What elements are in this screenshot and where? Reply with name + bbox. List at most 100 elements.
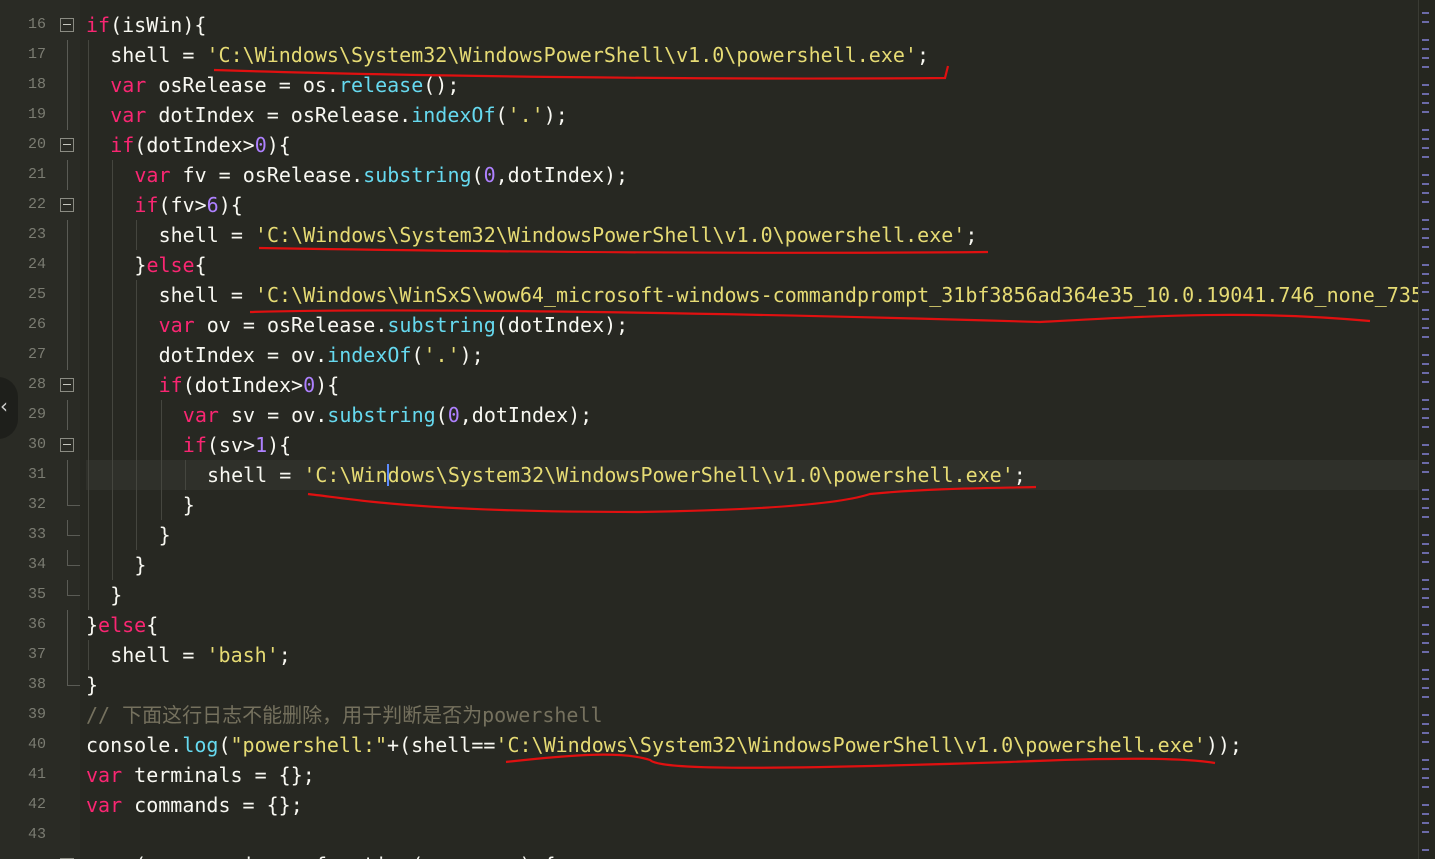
indent-guide (136, 430, 138, 460)
minimap-line (1422, 84, 1429, 86)
indent-guide (136, 490, 138, 520)
minimap-line (1422, 453, 1429, 455)
minimap-line (1422, 723, 1429, 725)
line-number: 27 (27, 346, 46, 363)
minimap-line (1422, 462, 1429, 464)
minimap-line (1422, 336, 1429, 338)
code-line[interactable]: 39 // 下面这行日志不能删除，用于判断是否为powershell (0, 700, 1420, 730)
code-line[interactable]: 32} (0, 490, 1420, 520)
line-number: 26 (27, 316, 46, 333)
code-token: log (182, 733, 219, 757)
code-line[interactable]: ( ion function( ) { (0, 850, 1420, 859)
minimap-line (1422, 426, 1429, 428)
code-line[interactable]: 21 var fv = osRelease.substring(0,dotInde… (0, 160, 1420, 190)
indent-guide (112, 340, 114, 370)
fold-toggle-icon[interactable] (60, 18, 74, 32)
code-token: var (110, 103, 147, 127)
indent-guide (160, 400, 162, 430)
code-line[interactable]: 19 var dotIndex = osRelease.indexOf('.'); (0, 100, 1420, 130)
code-token: } (86, 673, 99, 697)
minimap-line (1422, 102, 1429, 104)
fold-rail (67, 640, 68, 670)
indent-guide (136, 220, 138, 250)
code-token: var (182, 403, 219, 427)
minimap-line (1422, 363, 1429, 365)
code-token: if (134, 193, 159, 217)
indent-guide (112, 400, 114, 430)
minimap-line (1422, 561, 1429, 563)
code-text: ( ion function( ) { (86, 850, 555, 859)
code-token: dotIndex = osRelease. (146, 103, 412, 127)
code-line[interactable]: 37 shell = 'bash'; (0, 640, 1420, 670)
code-line[interactable]: 34} (0, 550, 1420, 580)
minimap-scrollbar[interactable] (1418, 0, 1435, 859)
code-token: substring (387, 313, 496, 337)
fold-toggle-icon[interactable] (60, 198, 74, 212)
code-token: sv = ov. (218, 403, 328, 427)
code-token: ){ (218, 193, 243, 217)
code-line[interactable]: 16 if(isWin){ (0, 10, 1420, 40)
code-token: terminals = {}; (122, 763, 315, 787)
code-line[interactable]: 31 shell = 'C:\Windows\System32\WindowsPo… (0, 460, 1420, 490)
code-token: substring (363, 163, 472, 187)
code-token: if (86, 13, 111, 37)
code-line[interactable]: 38} (0, 670, 1420, 700)
code-token: var (110, 73, 147, 97)
fold-rail (67, 460, 68, 490)
indent-guide (88, 160, 89, 190)
code-line[interactable]: 18 var osRelease = os.release(); (0, 70, 1420, 100)
line-number: 24 (27, 256, 46, 273)
code-line[interactable]: 41 var terminals = {}; (0, 760, 1420, 790)
code-token: 0 (303, 373, 316, 397)
code-line[interactable]: 27 dotIndex = ov.indexOf('.'); (0, 340, 1420, 370)
code-line[interactable]: 28 if(dotIndex>0){ (0, 370, 1420, 400)
code-token: { (146, 613, 159, 637)
code-token: 'C:\Windows\System32\WindowsPowerShell\v… (206, 43, 917, 67)
code-token: ); (459, 343, 484, 367)
code-line[interactable]: 33} (0, 520, 1420, 550)
code-token: var (134, 163, 171, 187)
minimap-line (1422, 777, 1429, 779)
code-token: 0 (483, 163, 496, 187)
code-line[interactable]: 25 shell = 'C:\Windows\WinSxS\wow64_micro… (0, 280, 1423, 310)
code-line[interactable]: 20 if(dotIndex>0){ (0, 130, 1420, 160)
fold-toggle-icon[interactable] (60, 438, 74, 452)
line-number: 16 (27, 16, 46, 33)
code-line[interactable]: 23 shell = 'C:\Windows\System32\WindowsPo… (0, 220, 1420, 250)
line-number: 23 (27, 226, 46, 243)
code-line[interactable]: 17 shell = 'C:\Windows\System32\WindowsPo… (0, 40, 1420, 70)
code-token: fv = osRelease. (170, 163, 364, 187)
line-number: 39 (27, 706, 46, 723)
code-line[interactable]: 36}else{ (0, 610, 1420, 640)
fold-toggle-icon[interactable] (60, 378, 74, 392)
code-text: var terminals = {}; (86, 760, 315, 790)
code-line[interactable]: 30 if(sv>1){ (0, 430, 1420, 460)
code-line[interactable]: 22 if(fv>6){ (0, 190, 1420, 220)
code-token: ( (435, 403, 448, 427)
code-text: shell = 'bash'; (110, 640, 291, 670)
minimap-line (1422, 597, 1429, 599)
fold-end-marker (67, 550, 80, 566)
indent-guide (160, 430, 162, 460)
fold-toggle-icon[interactable] (60, 138, 74, 152)
code-token: ,dotIndex); (495, 163, 629, 187)
code-token: dotIndex = ov. (158, 343, 328, 367)
code-line[interactable]: 42 var commands = {}; (0, 790, 1420, 820)
code-token: (dotIndex> (134, 133, 255, 157)
minimap-line (1422, 174, 1429, 176)
code-token: ){ (315, 373, 340, 397)
code-token: commands = {}; (122, 793, 303, 817)
code-token: osRelease = os. (146, 73, 339, 97)
code-line[interactable]: 40 console.log("powershell:"+(shell=='C:\… (0, 730, 1420, 760)
code-line[interactable]: 35} (0, 580, 1420, 610)
code-line[interactable]: 29 var sv = ov.substring(0,dotIndex); (0, 400, 1420, 430)
indent-guide (160, 460, 162, 490)
indent-guide (112, 250, 114, 280)
code-editor[interactable]: 16 if(isWin){17 shell = 'C:\Windows\System… (0, 0, 1435, 859)
minimap-line (1422, 759, 1429, 761)
line-number: 33 (27, 526, 46, 543)
code-line[interactable]: 26 var ov = osRelease.substring(dotIndex)… (0, 310, 1420, 340)
code-line[interactable]: 43 (0, 820, 1420, 850)
code-line[interactable]: 24}else{ (0, 250, 1420, 280)
minimap-line (1422, 498, 1429, 500)
